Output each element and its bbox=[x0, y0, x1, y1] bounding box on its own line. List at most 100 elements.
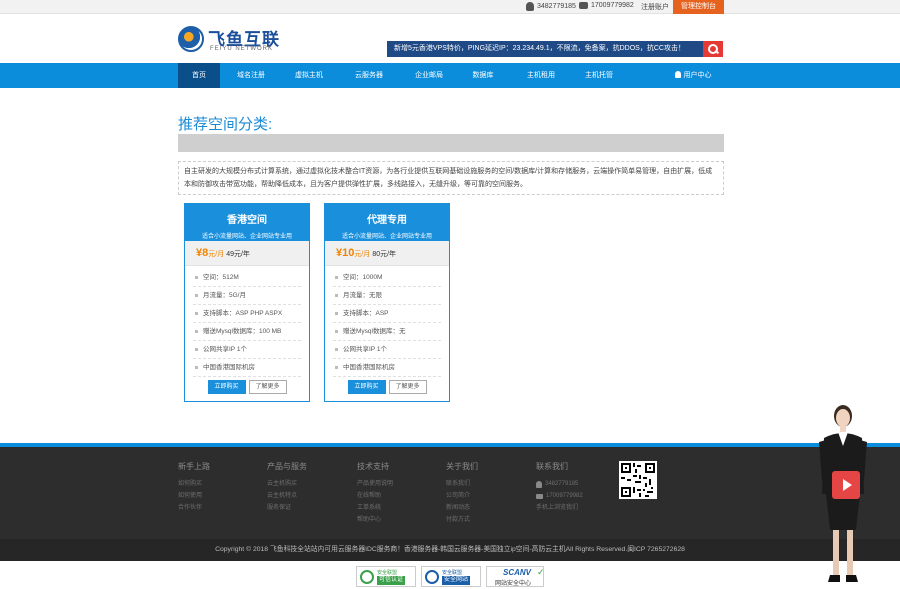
footer-col-title: 产品与服务 bbox=[267, 462, 307, 471]
plan-subtitle: 适合小流量网站、企业网站专业用 bbox=[201, 234, 292, 240]
badge-line1: 安全联盟 bbox=[442, 570, 463, 576]
plan-feature: 空间：1000M bbox=[333, 269, 441, 287]
topbar-qq[interactable]: 3482779185 bbox=[526, 2, 576, 11]
site-logo[interactable]: 飞鱼互联 FEIYU NETWORK bbox=[178, 24, 288, 58]
copyright-text: Copyright © 2018 飞鱼科技全站站内可用云服务器IDC服务商！香港… bbox=[0, 539, 900, 561]
user-icon bbox=[674, 71, 681, 78]
footer-col-title: 关于我们 bbox=[446, 462, 478, 471]
footer-col-products: 产品与服务 云主机购买 云主机特点 服务保证 bbox=[267, 461, 307, 514]
nav-domain[interactable]: 域名注册 bbox=[226, 63, 276, 88]
nav-database[interactable]: 数据库 bbox=[462, 63, 504, 88]
plan-price-value: ¥10 bbox=[336, 247, 355, 259]
register-link[interactable]: 注册账户 bbox=[641, 2, 669, 12]
plan-title: 香港空间 bbox=[227, 215, 267, 226]
qq-icon bbox=[526, 2, 534, 11]
plan-price-year: 49元/年 bbox=[226, 251, 250, 258]
shield-check-icon bbox=[360, 570, 374, 584]
plan-feature: 公网共享IP 1个 bbox=[193, 341, 301, 359]
nav-host-rental[interactable]: 主机租用 bbox=[516, 63, 566, 88]
plan-price-unit: 元/月 bbox=[208, 251, 225, 258]
trust-badge-safe-site[interactable]: 安全联盟 安全网站 bbox=[421, 566, 481, 587]
plan-feature: 中国香港国际机房 bbox=[333, 359, 441, 377]
qr-code-icon bbox=[619, 461, 657, 499]
logo-text-en: FEIYU NETWORK bbox=[210, 46, 274, 52]
notice-ticker[interactable]: 新增5元香港VPS特价，PING延迟IP：23.234.49.1，不限流，免备案… bbox=[387, 41, 703, 57]
phone-icon bbox=[579, 2, 588, 9]
footer-link[interactable]: 帮助中心 bbox=[357, 514, 393, 526]
footer-col-support: 技术支持 产品使用说明 在线帮助 工单系统 帮助中心 bbox=[357, 461, 393, 526]
footer-link[interactable]: 联系我们 bbox=[446, 478, 478, 490]
plan-card-header: 代理专用 适合小流量网站、企业网站专业用 bbox=[325, 204, 449, 241]
control-panel-button[interactable]: 管理控制台 bbox=[673, 0, 724, 14]
nav-virtual-host[interactable]: 虚拟主机 bbox=[284, 63, 334, 88]
topbar-phone-number: 17009779982 bbox=[591, 2, 634, 9]
nav-user-center[interactable]: 用户中心 bbox=[668, 63, 718, 88]
plan-feature: 空间：512M bbox=[193, 269, 301, 287]
plan-title: 代理专用 bbox=[367, 215, 407, 226]
footer-link[interactable]: 公司简介 bbox=[446, 490, 478, 502]
search-icon[interactable] bbox=[703, 41, 723, 57]
nav-colocation[interactable]: 主机托管 bbox=[574, 63, 624, 88]
trust-badge-verified[interactable]: 安全联盟 可信认证 bbox=[356, 566, 416, 587]
plan-price-year: 80元/年 bbox=[372, 251, 397, 258]
footer-link[interactable]: 服务保证 bbox=[267, 502, 307, 514]
footer-link[interactable]: 付款方式 bbox=[446, 514, 478, 526]
footer-col-about: 关于我们 联系我们 公司简介 新闻动态 付款方式 bbox=[446, 461, 478, 526]
badge-line2: 可信认证 bbox=[377, 576, 406, 585]
badge-line2: 安全网站 bbox=[442, 576, 471, 585]
footer-link[interactable]: 工单系统 bbox=[357, 502, 393, 514]
plan-card-agent: 代理专用 适合小流量网站、企业网站专业用 ¥10元/月 80元/年 空间：1000… bbox=[324, 203, 450, 402]
footer-link[interactable]: 云主机购买 bbox=[267, 478, 307, 490]
footer-phone[interactable]: 17009779982 bbox=[536, 490, 583, 502]
plan-feature: 中国香港国际机房 bbox=[193, 359, 301, 377]
buy-now-button[interactable]: 立即购买 bbox=[347, 380, 386, 394]
plan-price-unit: 元/月 bbox=[354, 251, 371, 258]
footer-link[interactable]: 产品使用说明 bbox=[357, 478, 393, 490]
phone-icon bbox=[536, 493, 543, 499]
plan-price-value: ¥8 bbox=[196, 247, 209, 259]
learn-more-button[interactable]: 了解更多 bbox=[248, 380, 287, 394]
plan-price: ¥8元/月 49元/年 bbox=[185, 241, 309, 266]
plan-feature: 赠送Mysql数据库：无 bbox=[333, 323, 441, 341]
check-icon: ✓ bbox=[537, 567, 545, 577]
buy-now-button[interactable]: 立即购买 bbox=[207, 380, 246, 394]
plan-card-header: 香港空间 适合小流量网站、企业网站专业用 bbox=[185, 204, 309, 241]
nav-cloud-server[interactable]: 云服务器 bbox=[344, 63, 394, 88]
footer-col-contact: 联系我们 3482779185 17009779982 手机上浏览我们 bbox=[536, 461, 583, 514]
footer-mobile-link[interactable]: 手机上浏览我们 bbox=[536, 502, 583, 514]
plan-feature: 月流量：无限 bbox=[333, 287, 441, 305]
footer-qq[interactable]: 3482779185 bbox=[536, 478, 583, 490]
topbar-qq-number: 3482779185 bbox=[537, 3, 576, 10]
footer-qq-number: 3482779185 bbox=[545, 481, 579, 487]
badge-line1: 安全联盟 bbox=[377, 570, 398, 576]
play-icon[interactable] bbox=[832, 471, 860, 499]
footer-link[interactable]: 新闻动态 bbox=[446, 502, 478, 514]
nav-home[interactable]: 首页 bbox=[178, 63, 220, 88]
scanv-title: SCANV bbox=[503, 568, 532, 577]
trust-badge-scanv[interactable]: SCANV ✓ 网站安全中心 bbox=[486, 566, 545, 587]
plan-price: ¥10元/月 80元/年 bbox=[325, 241, 449, 266]
plan-feature: 公网共享IP 1个 bbox=[333, 341, 441, 359]
nav-email[interactable]: 企业邮局 bbox=[404, 63, 454, 88]
footer-link[interactable]: 在线帮助 bbox=[357, 490, 393, 502]
footer-link[interactable]: 如何使用 bbox=[178, 490, 210, 502]
footer-link[interactable]: 云主机特点 bbox=[267, 490, 307, 502]
footer-link[interactable]: 如何购买 bbox=[178, 478, 210, 490]
section-divider-bar bbox=[178, 134, 724, 152]
shield-icon bbox=[425, 570, 439, 584]
plan-feature: 赠送Mysql数据库：100 MB bbox=[193, 323, 301, 341]
plan-feature: 支持脚本：ASP bbox=[333, 305, 441, 323]
footer-link[interactable]: 合作伙伴 bbox=[178, 502, 210, 514]
learn-more-button[interactable]: 了解更多 bbox=[388, 380, 427, 394]
nav-user-center-label: 用户中心 bbox=[683, 72, 712, 79]
footer-col-title: 技术支持 bbox=[357, 462, 389, 471]
footer-col-newbie: 新手上路 如何购买 如何使用 合作伙伴 bbox=[178, 461, 210, 514]
plan-subtitle: 适合小流量网站、企业网站专业用 bbox=[341, 234, 432, 240]
plan-card-hk: 香港空间 适合小流量网站、企业网站专业用 ¥8元/月 49元/年 空间：512M … bbox=[184, 203, 310, 402]
topbar-phone[interactable]: 17009779982 bbox=[579, 2, 634, 9]
plan-feature: 支持脚本：ASP PHP ASPX bbox=[193, 305, 301, 323]
plan-feature: 月流量：5G/月 bbox=[193, 287, 301, 305]
top-bar: 3482779185 17009779982 注册账户 管理控制台 bbox=[0, 0, 900, 14]
section-description: 自主研发的大规模分布式计算系统，通过虚拟化技术整合IT资源，为各行业提供互联网基… bbox=[178, 161, 724, 195]
footer-col-title: 联系我们 bbox=[536, 462, 568, 471]
